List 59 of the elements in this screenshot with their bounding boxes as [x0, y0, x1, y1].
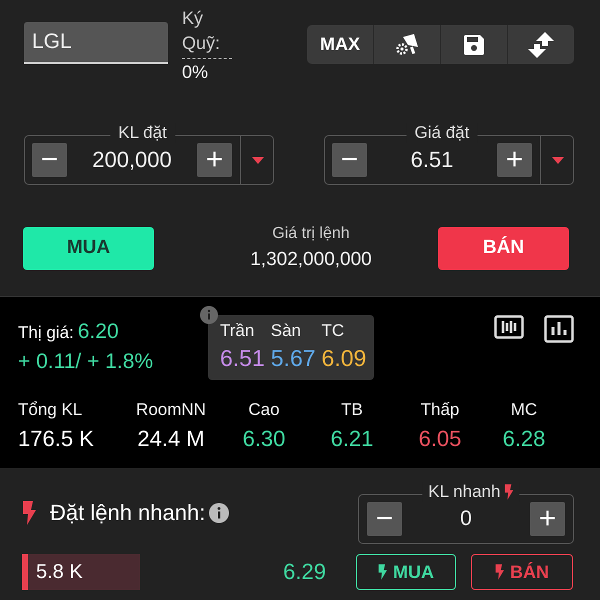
plus-button[interactable]: + — [197, 143, 232, 177]
save-icon — [463, 34, 485, 56]
stat-value: 176.5 K — [18, 426, 94, 452]
limit-value: 6.51 — [220, 345, 265, 372]
stat-value: 6.28 — [502, 426, 546, 452]
buy-button[interactable]: MUA — [23, 226, 154, 270]
price-value[interactable]: 6.51 — [373, 147, 491, 173]
info-icon[interactable] — [200, 306, 218, 324]
quick-order-title: Đặt lệnh nhanh: — [50, 500, 206, 526]
quantity-value[interactable]: 200,000 — [73, 147, 191, 173]
plus-button[interactable]: + — [530, 502, 565, 536]
lightning-icon — [495, 564, 504, 580]
field-label: KL nhanh — [428, 482, 500, 502]
max-button[interactable]: MAX — [307, 25, 373, 64]
market-price-label: Thị giá: — [18, 323, 74, 343]
minus-button[interactable]: − — [332, 143, 367, 177]
symbol-field[interactable]: LGL — [24, 22, 168, 64]
minus-button[interactable]: − — [367, 502, 402, 536]
stat-label: MC — [510, 400, 538, 420]
margin-label: Ký Quỹ: — [182, 6, 232, 59]
stat-value: 24.4 M — [137, 426, 205, 452]
stat-value: 6.30 — [242, 426, 286, 452]
quick-sell-button[interactable]: BÁN — [471, 554, 573, 590]
plus-button[interactable]: + — [497, 143, 532, 177]
lightning-icon — [504, 484, 514, 500]
lightning-icon — [378, 564, 387, 580]
order-value: 1,302,000,000 — [250, 249, 372, 271]
info-icon[interactable] — [209, 503, 230, 523]
caret-icon — [552, 156, 564, 164]
minus-button[interactable]: − — [32, 143, 67, 177]
stat-label: RoomNN — [136, 400, 206, 420]
volume-value: 5.8 K — [36, 561, 83, 583]
stat-label: TB — [341, 400, 363, 420]
bar-chart-icon[interactable] — [544, 315, 574, 343]
stat-label: Thấp — [420, 400, 460, 420]
quick-buy-button[interactable]: MUA — [356, 554, 456, 590]
stat-value: 6.21 — [330, 426, 374, 452]
field-label: Giá đặt — [406, 123, 478, 143]
stat-value: 6.05 — [418, 426, 462, 452]
swap-arrows-icon — [527, 32, 555, 58]
sell-button[interactable]: BÁN — [438, 226, 569, 270]
megaphone-gear-icon — [394, 32, 420, 56]
field-label: KL đặt — [110, 123, 175, 143]
limit-label: Trần — [220, 321, 256, 341]
candlestick-chart-icon[interactable] — [494, 315, 524, 339]
stat-label: Cao — [248, 400, 280, 420]
lightning-icon — [22, 501, 36, 525]
market-price: 6.20 — [78, 320, 119, 344]
stat-label: Tổng KL — [18, 400, 82, 420]
margin-value: 0% — [182, 61, 210, 84]
quick-price: 6.29 — [282, 559, 326, 585]
limit-label: Sàn — [270, 321, 302, 341]
limit-value: 6.09 — [322, 345, 366, 372]
caret-icon — [252, 156, 264, 164]
order-value-label: Giá trị lệnh — [272, 225, 350, 243]
quick-quantity-value[interactable]: 0 — [410, 507, 522, 531]
price-change: + 0.11/ + 1.8% — [18, 350, 154, 374]
limit-label: TC — [322, 321, 346, 341]
limit-value: 5.67 — [270, 345, 316, 372]
